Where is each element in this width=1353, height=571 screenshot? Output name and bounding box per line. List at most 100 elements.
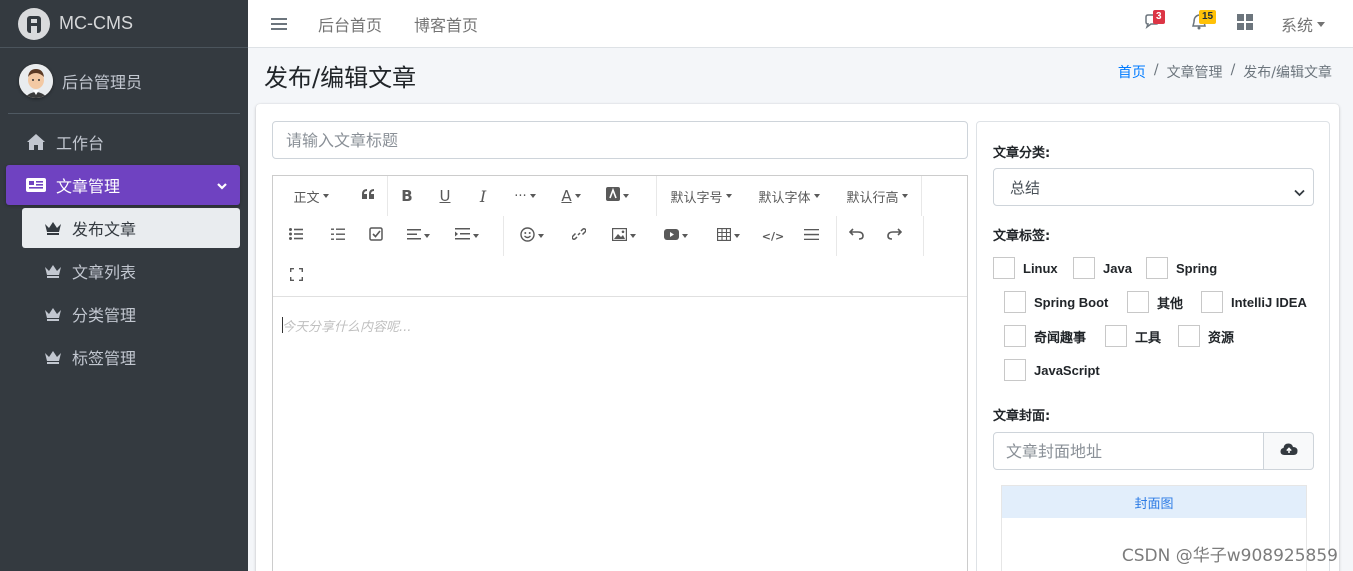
breadcrumb-separator: / (1153, 62, 1159, 78)
line-height-label: 默认行高 (846, 190, 899, 206)
video-icon (664, 228, 679, 244)
divider-icon (803, 228, 819, 244)
crown-icon (42, 263, 64, 279)
numbered-list-button[interactable] (319, 216, 357, 256)
sidebar-item-articles[interactable]: 文章管理 (6, 165, 240, 205)
breadcrumb-home[interactable]: 首页 (1118, 62, 1146, 82)
sidebar-item-label: 分类管理 (72, 306, 137, 325)
tag-checkbox-resources[interactable]: 资源 (1178, 325, 1234, 347)
checkbox[interactable] (1004, 325, 1026, 347)
fullscreen-icon (289, 267, 303, 285)
paragraph-format-dropdown[interactable]: 正文 (273, 176, 349, 216)
sidebar-item-label: 标签管理 (72, 349, 137, 368)
breadcrumb-articles: 文章管理 (1166, 65, 1223, 81)
background-color-dropdown[interactable] (594, 176, 640, 216)
tag-checkbox-linux[interactable]: Linux (993, 257, 1058, 279)
tag-checkbox-other[interactable]: 其他 (1127, 291, 1183, 313)
category-select[interactable]: 总结 (993, 168, 1314, 206)
sidebar: MC-CMS 后台管理员 工作台 文章管理 发布文章 文章列表 分类管理 标签管… (0, 0, 248, 571)
system-label: 系统 (1280, 16, 1313, 35)
code-block-button[interactable]: </> (754, 216, 792, 256)
messages-button[interactable]: 3 (1143, 10, 1165, 34)
article-title-input[interactable] (272, 121, 968, 159)
quote-icon (361, 188, 375, 204)
font-family-dropdown[interactable]: 默认字体 (745, 176, 833, 216)
tag-checkbox-tools[interactable]: 工具 (1105, 325, 1161, 347)
font-size-label: 默认字号 (670, 190, 723, 206)
italic-button[interactable]: I (464, 176, 502, 216)
bulleted-list-icon (289, 228, 303, 244)
blockquote-button[interactable] (349, 176, 387, 216)
fullscreen-button[interactable] (273, 256, 319, 296)
sidebar-item-publish-article[interactable]: 发布文章 (22, 208, 240, 248)
tag-checkbox-javascript[interactable]: JavaScript (1004, 359, 1100, 381)
upload-cover-button[interactable] (1264, 432, 1314, 470)
menu-toggle-icon[interactable] (271, 17, 287, 30)
brand[interactable]: MC-CMS (0, 0, 248, 48)
tag-checkbox-spring-boot[interactable]: Spring Boot (1004, 291, 1108, 313)
checkbox[interactable] (1073, 257, 1095, 279)
apps-grid-button[interactable] (1235, 14, 1255, 34)
category-select-value: 总结 (1010, 178, 1041, 197)
bulleted-list-button[interactable] (273, 216, 319, 256)
checkbox[interactable] (1178, 325, 1200, 347)
redo-button[interactable] (875, 216, 913, 256)
rich-text-editor: 正文 B U I ··· A 默认字号 默认字体 默认行高 </> 今天分享什么… (272, 175, 968, 571)
page-title: 发布/编辑文章 (264, 64, 417, 92)
insert-table-dropdown[interactable] (702, 216, 754, 256)
tag-checkbox-intellij-idea[interactable]: IntelliJ IDEA (1201, 291, 1307, 313)
paragraph-format-label: 正文 (293, 190, 320, 206)
checkbox[interactable] (1201, 291, 1223, 313)
font-size-dropdown[interactable]: 默认字号 (657, 176, 745, 216)
line-height-dropdown[interactable]: 默认行高 (833, 176, 921, 216)
sidebar-item-tag-management[interactable]: 标签管理 (22, 337, 240, 377)
editor-content-area[interactable]: 今天分享什么内容呢... (273, 297, 967, 571)
checkbox[interactable] (993, 257, 1015, 279)
toolbar-divider (921, 176, 922, 216)
user-panel[interactable]: 后台管理员 (8, 48, 240, 114)
horizontal-line-button[interactable] (792, 216, 830, 256)
crown-icon (42, 220, 64, 236)
justify-dropdown[interactable] (395, 216, 441, 256)
bold-icon: B (401, 187, 413, 205)
checkbox[interactable] (1146, 257, 1168, 279)
nav-link-blog-home[interactable]: 博客首页 (414, 12, 478, 36)
undo-button[interactable] (837, 216, 875, 256)
tag-label: 工具 (1135, 329, 1162, 345)
caret-down-icon (1317, 21, 1325, 27)
insert-image-dropdown[interactable] (598, 216, 650, 256)
indent-dropdown[interactable] (441, 216, 493, 256)
navbar-right: 3 15 系统 (1143, 0, 1353, 48)
more-styles-dropdown[interactable]: ··· (502, 176, 548, 216)
system-dropdown[interactable]: 系统 (1281, 12, 1325, 36)
cloud-upload-icon (1280, 442, 1298, 460)
emoji-dropdown[interactable] (504, 216, 560, 256)
chevron-down-icon (216, 177, 228, 196)
brand-name: MC-CMS (59, 13, 133, 33)
cover-url-input[interactable] (993, 432, 1264, 470)
checkbox[interactable] (1004, 359, 1026, 381)
smile-icon (520, 226, 535, 246)
tag-checkbox-curiosities[interactable]: 奇闻趣事 (1004, 325, 1086, 347)
checkbox[interactable] (1004, 291, 1026, 313)
insert-link-button[interactable] (560, 216, 598, 256)
insert-video-dropdown[interactable] (650, 216, 702, 256)
sidebar-item-label: 发布文章 (72, 220, 137, 239)
article-settings-panel: 文章分类: 总结 文章标签: Linux Java Spring Spring … (976, 121, 1330, 571)
checkbox[interactable] (1105, 325, 1127, 347)
nav-link-admin-home[interactable]: 后台首页 (318, 12, 382, 36)
sidebar-item-category-management[interactable]: 分类管理 (22, 294, 240, 334)
sidebar-item-dashboard[interactable]: 工作台 (6, 122, 240, 162)
font-color-dropdown[interactable]: A (548, 176, 594, 216)
table-icon (716, 227, 731, 245)
todo-list-button[interactable] (357, 216, 395, 256)
sidebar-item-article-list[interactable]: 文章列表 (22, 251, 240, 291)
notifications-button[interactable]: 15 (1189, 10, 1217, 34)
numbered-list-icon (331, 228, 345, 245)
tag-checkbox-spring[interactable]: Spring (1146, 257, 1217, 279)
underline-button[interactable]: U (426, 176, 464, 216)
tag-checkbox-java[interactable]: Java (1073, 257, 1132, 279)
checkbox[interactable] (1127, 291, 1149, 313)
top-navbar: 后台首页 博客首页 3 15 系统 (248, 0, 1353, 48)
bold-button[interactable]: B (388, 176, 426, 216)
